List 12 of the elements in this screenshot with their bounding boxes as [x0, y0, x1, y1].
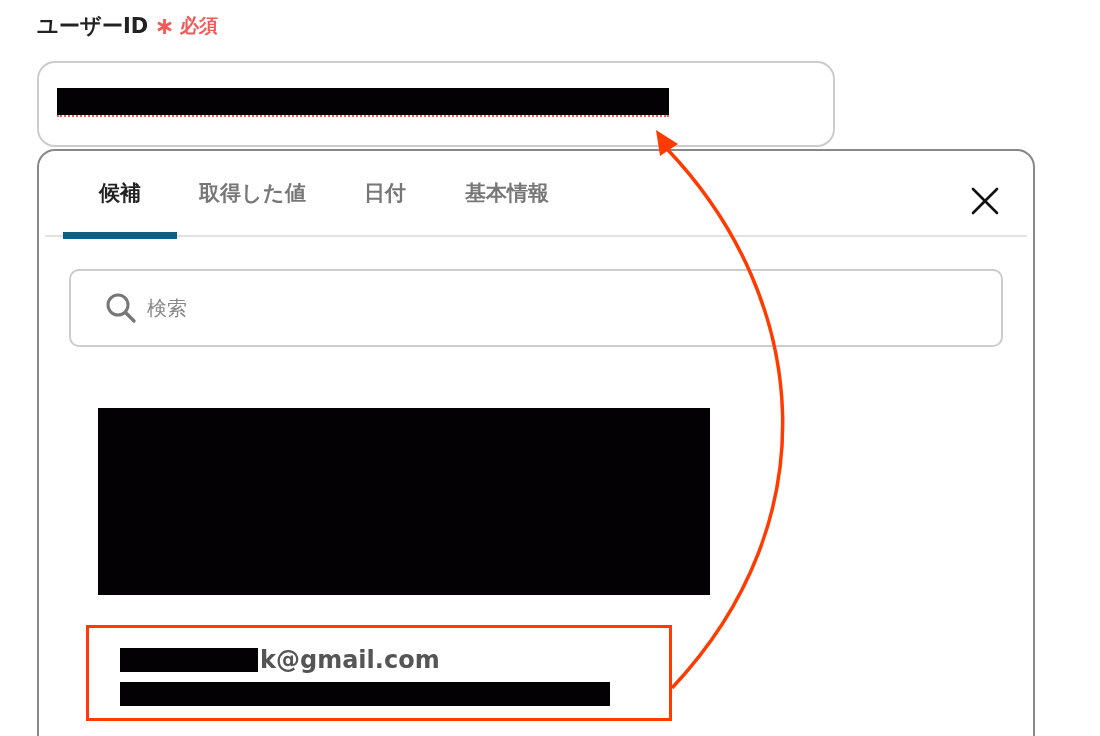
tab[interactable]: 候補	[63, 151, 177, 239]
close-icon[interactable]	[971, 187, 999, 215]
required-mark: ∗	[154, 12, 175, 40]
tab[interactable]: 取得した値	[185, 151, 320, 239]
required-text: 必須	[180, 13, 219, 38]
field-label: ユーザーID	[37, 13, 149, 40]
tab[interactable]: 基本情報	[450, 151, 564, 239]
user-id-field[interactable]	[37, 61, 835, 147]
suggestion-item[interactable]: k@gmail.com	[86, 625, 672, 721]
tab[interactable]: 日付	[328, 151, 442, 239]
email-text: k@gmail.com	[260, 646, 440, 674]
search-field[interactable]: 検索	[69, 269, 1003, 347]
